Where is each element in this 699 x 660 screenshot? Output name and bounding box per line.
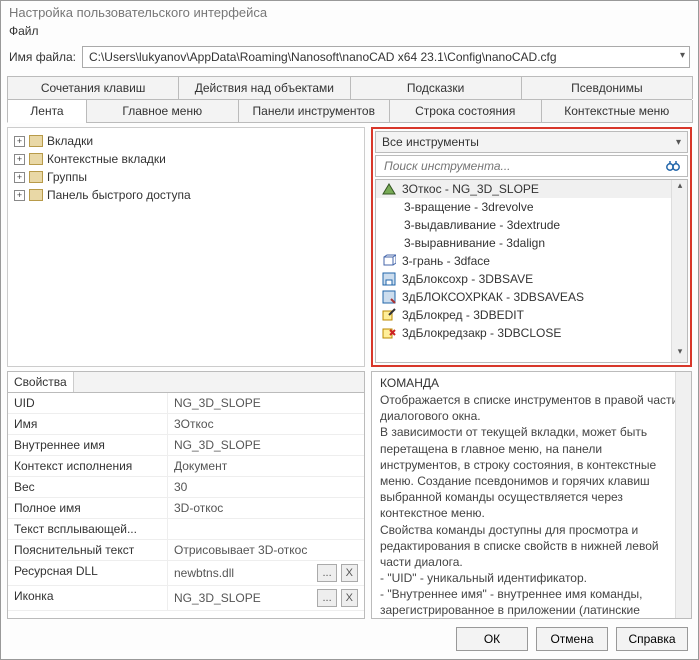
prop-row-explanation[interactable]: Пояснительный текстОтрисовывает 3D-откос <box>8 540 364 561</box>
tab-toolbars[interactable]: Панели инструментов <box>238 100 391 123</box>
file-path-value: C:\Users\lukyanov\AppData\Roaming\Nanoso… <box>89 50 557 64</box>
face-icon <box>382 254 396 268</box>
chevron-down-icon: ▾ <box>676 137 681 148</box>
plus-icon[interactable]: + <box>14 172 25 183</box>
tab-ribbon[interactable]: Лента <box>7 100 87 123</box>
tool-item[interactable]: 3-вращение - 3drevolve <box>376 198 687 216</box>
tools-list: 3Откос - NG_3D_SLOPE 3-вращение - 3drevo… <box>375 179 688 363</box>
tree-node-tabs[interactable]: + Вкладки <box>10 132 362 150</box>
prop-row-uid[interactable]: UIDNG_3D_SLOPE <box>8 393 364 414</box>
tab-main-menu[interactable]: Главное меню <box>86 100 239 123</box>
tool-item[interactable]: 3-выравнивание - 3dalign <box>376 234 687 252</box>
scroll-down-icon[interactable]: ▾ <box>672 346 688 362</box>
scrollbar[interactable]: ▴▾ <box>671 180 687 362</box>
properties-grid: UIDNG_3D_SLOPE Имя3Откос Внутреннее имяN… <box>7 392 365 619</box>
help-button[interactable]: Справка <box>616 627 688 651</box>
tool-item[interactable]: 3дБЛОКСОХРКАК - 3DBSAVEAS <box>376 288 687 306</box>
block-close-icon <box>382 326 396 340</box>
prop-row-context[interactable]: Контекст исполненияДокумент <box>8 456 364 477</box>
file-label: Имя файла: <box>9 50 76 64</box>
cancel-button[interactable]: Отмена <box>536 627 608 651</box>
slope-icon <box>382 182 396 196</box>
tab-object-actions[interactable]: Действия над объектами <box>178 76 350 99</box>
prop-row-tooltip[interactable]: Текст всплывающей... <box>8 519 364 540</box>
tree-label: Контекстные вкладки <box>47 152 166 166</box>
folder-icon <box>29 189 43 201</box>
tree-node-context-tabs[interactable]: + Контекстные вкладки <box>10 150 362 168</box>
dialog-buttons: ОК Отмена Справка <box>1 619 698 659</box>
clear-button[interactable]: X <box>341 589 358 607</box>
tab-hints[interactable]: Подсказки <box>350 76 522 99</box>
tool-label: 3Откос - NG_3D_SLOPE <box>402 182 539 196</box>
tool-label: 3-выравнивание - 3dalign <box>404 236 545 250</box>
clear-button[interactable]: X <box>341 564 358 582</box>
browse-button[interactable]: ... <box>317 589 336 607</box>
tools-search-row <box>375 155 688 177</box>
properties-panel: Свойства UIDNG_3D_SLOPE Имя3Откос Внутре… <box>7 371 365 619</box>
plus-icon[interactable]: + <box>14 154 25 165</box>
folder-icon <box>29 153 43 165</box>
tool-item[interactable]: 3-выдавливание - 3dextrude <box>376 216 687 234</box>
tree-label: Группы <box>47 170 87 184</box>
folder-icon <box>29 135 43 147</box>
prop-row-fullname[interactable]: Полное имя3D-откос <box>8 498 364 519</box>
tool-item[interactable]: 3-грань - 3dface <box>376 252 687 270</box>
prop-row-name[interactable]: Имя3Откос <box>8 414 364 435</box>
plus-icon[interactable]: + <box>14 136 25 147</box>
prop-row-weight[interactable]: Вес30 <box>8 477 364 498</box>
tool-item[interactable]: 3дБлокред - 3DBEDIT <box>376 306 687 324</box>
help-text: Отображается в списке инструментов в пра… <box>380 392 683 619</box>
tab-aliases[interactable]: Псевдонимы <box>521 76 693 99</box>
plus-icon[interactable]: + <box>14 190 25 201</box>
folder-icon <box>29 171 43 183</box>
browse-button[interactable]: ... <box>317 564 336 582</box>
tool-label: 3дБлоксохр - 3DBSAVE <box>402 272 533 286</box>
scroll-up-icon[interactable]: ▴ <box>672 180 688 196</box>
block-edit-icon <box>382 308 396 322</box>
prop-row-dll[interactable]: Ресурсная DLL newbtns.dll ... X <box>8 561 364 586</box>
ribbon-tree: + Вкладки + Контекстные вкладки + Группы… <box>7 127 365 367</box>
scrollbar[interactable] <box>675 372 691 618</box>
tree-node-groups[interactable]: + Группы <box>10 168 362 186</box>
tool-label: 3-вращение - 3drevolve <box>404 200 534 214</box>
tree-label: Вкладки <box>47 134 93 148</box>
help-title: КОМАНДА <box>380 376 683 390</box>
help-panel: КОМАНДА Отображается в списке инструмент… <box>371 371 692 619</box>
tab-shortcuts[interactable]: Сочетания клавиш <box>7 76 179 99</box>
tab-statusbar[interactable]: Строка состояния <box>389 100 542 123</box>
tool-item[interactable]: 3дБлоксохр - 3DBSAVE <box>376 270 687 288</box>
menu-bar: Файл <box>1 22 698 44</box>
tool-label: 3-грань - 3dface <box>402 254 490 268</box>
tools-search-input[interactable] <box>382 158 665 174</box>
tree-node-qat[interactable]: + Панель быстрого доступа <box>10 186 362 204</box>
prop-row-internal-name[interactable]: Внутреннее имяNG_3D_SLOPE <box>8 435 364 456</box>
properties-title: Свойства <box>8 372 74 392</box>
file-path-combo[interactable]: C:\Users\lukyanov\AppData\Roaming\Nanoso… <box>82 46 690 68</box>
block-save-icon <box>382 272 396 286</box>
tool-label: 3дБлокредзакр - 3DBCLOSE <box>402 326 561 340</box>
dialog-title: Настройка пользовательского интерфейса <box>1 1 698 22</box>
prop-row-icon[interactable]: Иконка NG_3D_SLOPE ... X <box>8 586 364 611</box>
tabs-lower: Лента Главное меню Панели инструментов С… <box>7 100 692 123</box>
tool-label: 3дБЛОКСОХРКАК - 3DBSAVEAS <box>402 290 584 304</box>
tool-item[interactable]: 3Откос - NG_3D_SLOPE <box>376 180 687 198</box>
tools-panel: Все инструменты ▾ 3Откос - NG_3D_SLOPE 3… <box>371 127 692 367</box>
chevron-down-icon: ▾ <box>680 50 685 61</box>
menu-file[interactable]: Файл <box>9 24 39 38</box>
tool-item[interactable]: 3дБлокредзакр - 3DBCLOSE <box>376 324 687 342</box>
tools-filter-value: Все инструменты <box>382 135 479 149</box>
dialog-window: Настройка пользовательского интерфейса Ф… <box>0 0 699 660</box>
block-saveas-icon <box>382 290 396 304</box>
tool-label: 3дБлокред - 3DBEDIT <box>402 308 524 322</box>
tool-label: 3-выдавливание - 3dextrude <box>404 218 560 232</box>
tree-label: Панель быстрого доступа <box>47 188 191 202</box>
tabs-upper: Сочетания клавиш Действия над объектами … <box>7 76 692 100</box>
tab-context-menus[interactable]: Контекстные меню <box>541 100 694 123</box>
tools-filter-combo[interactable]: Все инструменты ▾ <box>375 131 688 153</box>
binoculars-icon[interactable] <box>665 158 681 174</box>
file-row: Имя файла: C:\Users\lukyanov\AppData\Roa… <box>1 44 698 76</box>
ok-button[interactable]: ОК <box>456 627 528 651</box>
